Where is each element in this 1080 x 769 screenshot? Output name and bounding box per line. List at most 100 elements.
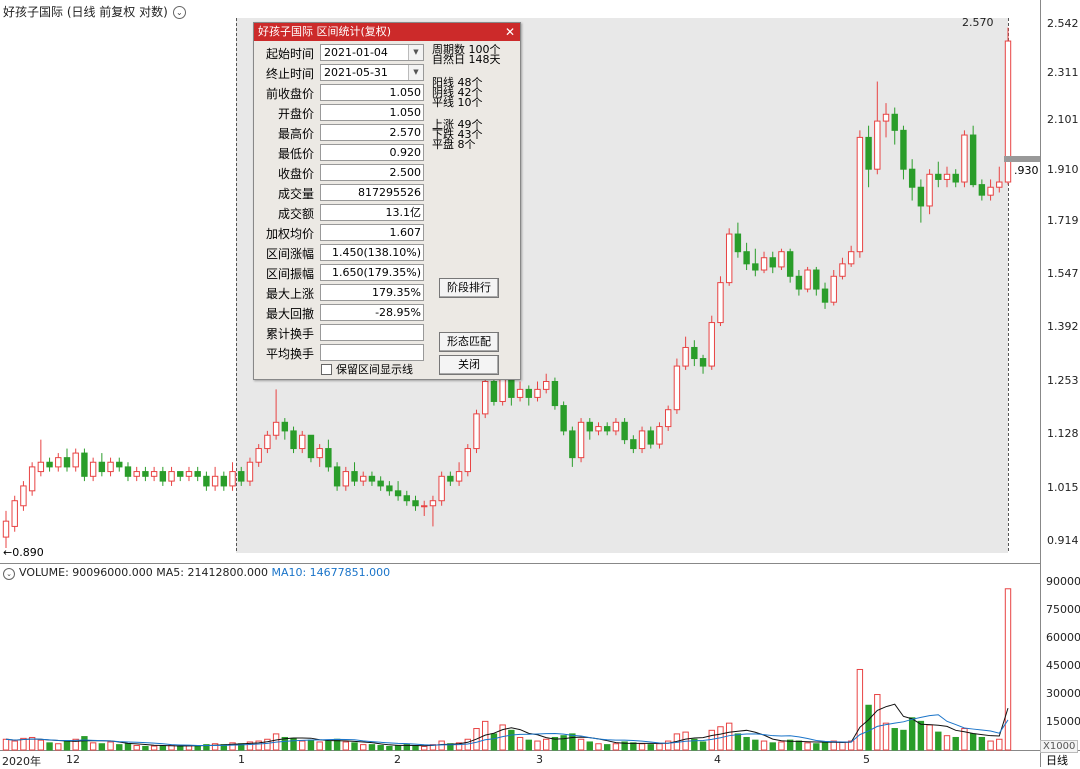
candle-down [386, 485, 393, 492]
current-price-label: .930 [1014, 164, 1039, 177]
candle-up [996, 181, 1003, 188]
candle-up [255, 448, 262, 463]
chevron-down-icon[interactable]: ▼ [408, 65, 423, 80]
candle-down [290, 430, 297, 450]
candle-up [516, 388, 524, 398]
candle-down [377, 480, 384, 487]
volume-bar-down [865, 704, 872, 751]
candle-up [943, 173, 951, 180]
candle-down [203, 475, 210, 487]
candle-up [342, 471, 350, 487]
volume-bar-down [752, 739, 759, 751]
candle-up [682, 346, 689, 367]
range-stats-dialog: 好孩子国际 区间统计(复权) ✕ 起始时间 2021-01-04 ▼ 终止时间 2021… [253, 22, 521, 380]
field-value[interactable]: 1.650(179.35%) [320, 264, 424, 281]
volume-bar-down [630, 742, 637, 751]
stat-line: 平线 10个 [432, 96, 483, 109]
dialog-titlebar[interactable]: 好孩子国际 区间统计(复权) ✕ [254, 23, 520, 41]
candle-up [264, 434, 271, 450]
volume-bar-up [360, 744, 367, 751]
volume-bar-down [325, 740, 332, 751]
start-date-select[interactable]: 2021-01-04 ▼ [320, 44, 424, 61]
volume-bar-up [89, 742, 97, 751]
field-value[interactable] [320, 324, 424, 341]
date-tick: 4 [714, 753, 721, 766]
candle-down [743, 251, 750, 265]
end-date-select[interactable]: 2021-05-31 ▼ [320, 64, 424, 81]
candle-down [647, 430, 654, 445]
ma10-value: MA10: 14677851.000 [271, 566, 391, 579]
volume-bar-down [795, 740, 803, 751]
candle-down [630, 439, 637, 450]
field-value[interactable]: 1.050 [320, 104, 424, 121]
candle-down [447, 475, 454, 482]
candle-up [316, 448, 323, 459]
candle-up [760, 257, 768, 271]
volume-bar-down [978, 736, 986, 751]
candle-down [307, 434, 315, 459]
candle-up [272, 421, 280, 436]
candle-up [638, 430, 646, 450]
field-label: 成交额 [277, 207, 314, 221]
field-value[interactable]: 0.920 [320, 144, 424, 161]
close-icon[interactable]: ✕ [503, 23, 517, 41]
candle-up [708, 322, 715, 367]
candle-down [569, 430, 576, 459]
stage-rank-button[interactable]: 阶段排行 [439, 278, 499, 298]
candle-down [952, 173, 959, 183]
candle-up [830, 275, 837, 303]
low-price-value: 0.890 [12, 546, 44, 559]
volume-bar-up [595, 743, 602, 751]
candle-down [752, 263, 759, 271]
field-value[interactable]: 817295526 [320, 184, 424, 201]
field-label: 累计换手 [265, 327, 314, 341]
price-tick: 2.311 [1047, 66, 1079, 79]
volume-bar-down [569, 733, 576, 751]
field-label: 最大回撤 [265, 307, 314, 321]
keep-range-checkbox[interactable] [321, 364, 332, 375]
candle-up [150, 471, 158, 477]
close-button[interactable]: 关闭 [439, 355, 499, 375]
period-tab[interactable]: 日线 [1046, 752, 1068, 768]
volume-bar-down [98, 743, 106, 751]
candlestick-chart[interactable] [0, 0, 1080, 767]
field-value[interactable]: 179.35% [320, 284, 424, 301]
field-value[interactable]: 13.1亿 [320, 204, 424, 221]
volume-value: VOLUME: 90096000.000 [19, 566, 153, 579]
volume-bar-down [307, 739, 315, 751]
field-value[interactable]: 1.050 [320, 84, 424, 101]
volume-bar-down [412, 745, 419, 751]
candle-up [595, 426, 602, 432]
candle-down [159, 471, 167, 482]
volume-bar-down [900, 729, 907, 751]
field-value[interactable]: 1.450(138.10%) [320, 244, 424, 261]
volume-bar-up [185, 745, 193, 751]
candle-down [281, 421, 289, 432]
volume-bar-up [612, 743, 620, 751]
field-value[interactable] [320, 344, 424, 361]
field-value[interactable]: 2.570 [320, 124, 424, 141]
candle-up [656, 426, 663, 445]
candle-up [107, 461, 114, 473]
candle-up [664, 409, 672, 428]
candle-up [804, 269, 811, 290]
volume-bar-down [177, 745, 184, 751]
candle-up [229, 471, 236, 487]
volume-bar-down [63, 740, 71, 751]
candle-up [246, 461, 254, 482]
field-value[interactable]: -28.95% [320, 304, 424, 321]
candle-down [978, 184, 986, 196]
chevron-down-icon[interactable]: ⌄ [3, 568, 15, 580]
chevron-down-icon[interactable]: ▼ [408, 45, 423, 60]
candle-down [98, 461, 106, 473]
volume-bar-up [926, 724, 933, 751]
price-tick: 0.914 [1047, 534, 1079, 547]
field-value[interactable]: 1.607 [320, 224, 424, 241]
field-value[interactable]: 2.500 [320, 164, 424, 181]
candle-up [778, 251, 785, 268]
volume-bar-down [124, 743, 132, 751]
candle-down [368, 475, 376, 482]
candle-down [865, 136, 872, 170]
price-tick: 1.910 [1047, 163, 1079, 176]
pattern-match-button[interactable]: 形态匹配 [439, 332, 499, 352]
